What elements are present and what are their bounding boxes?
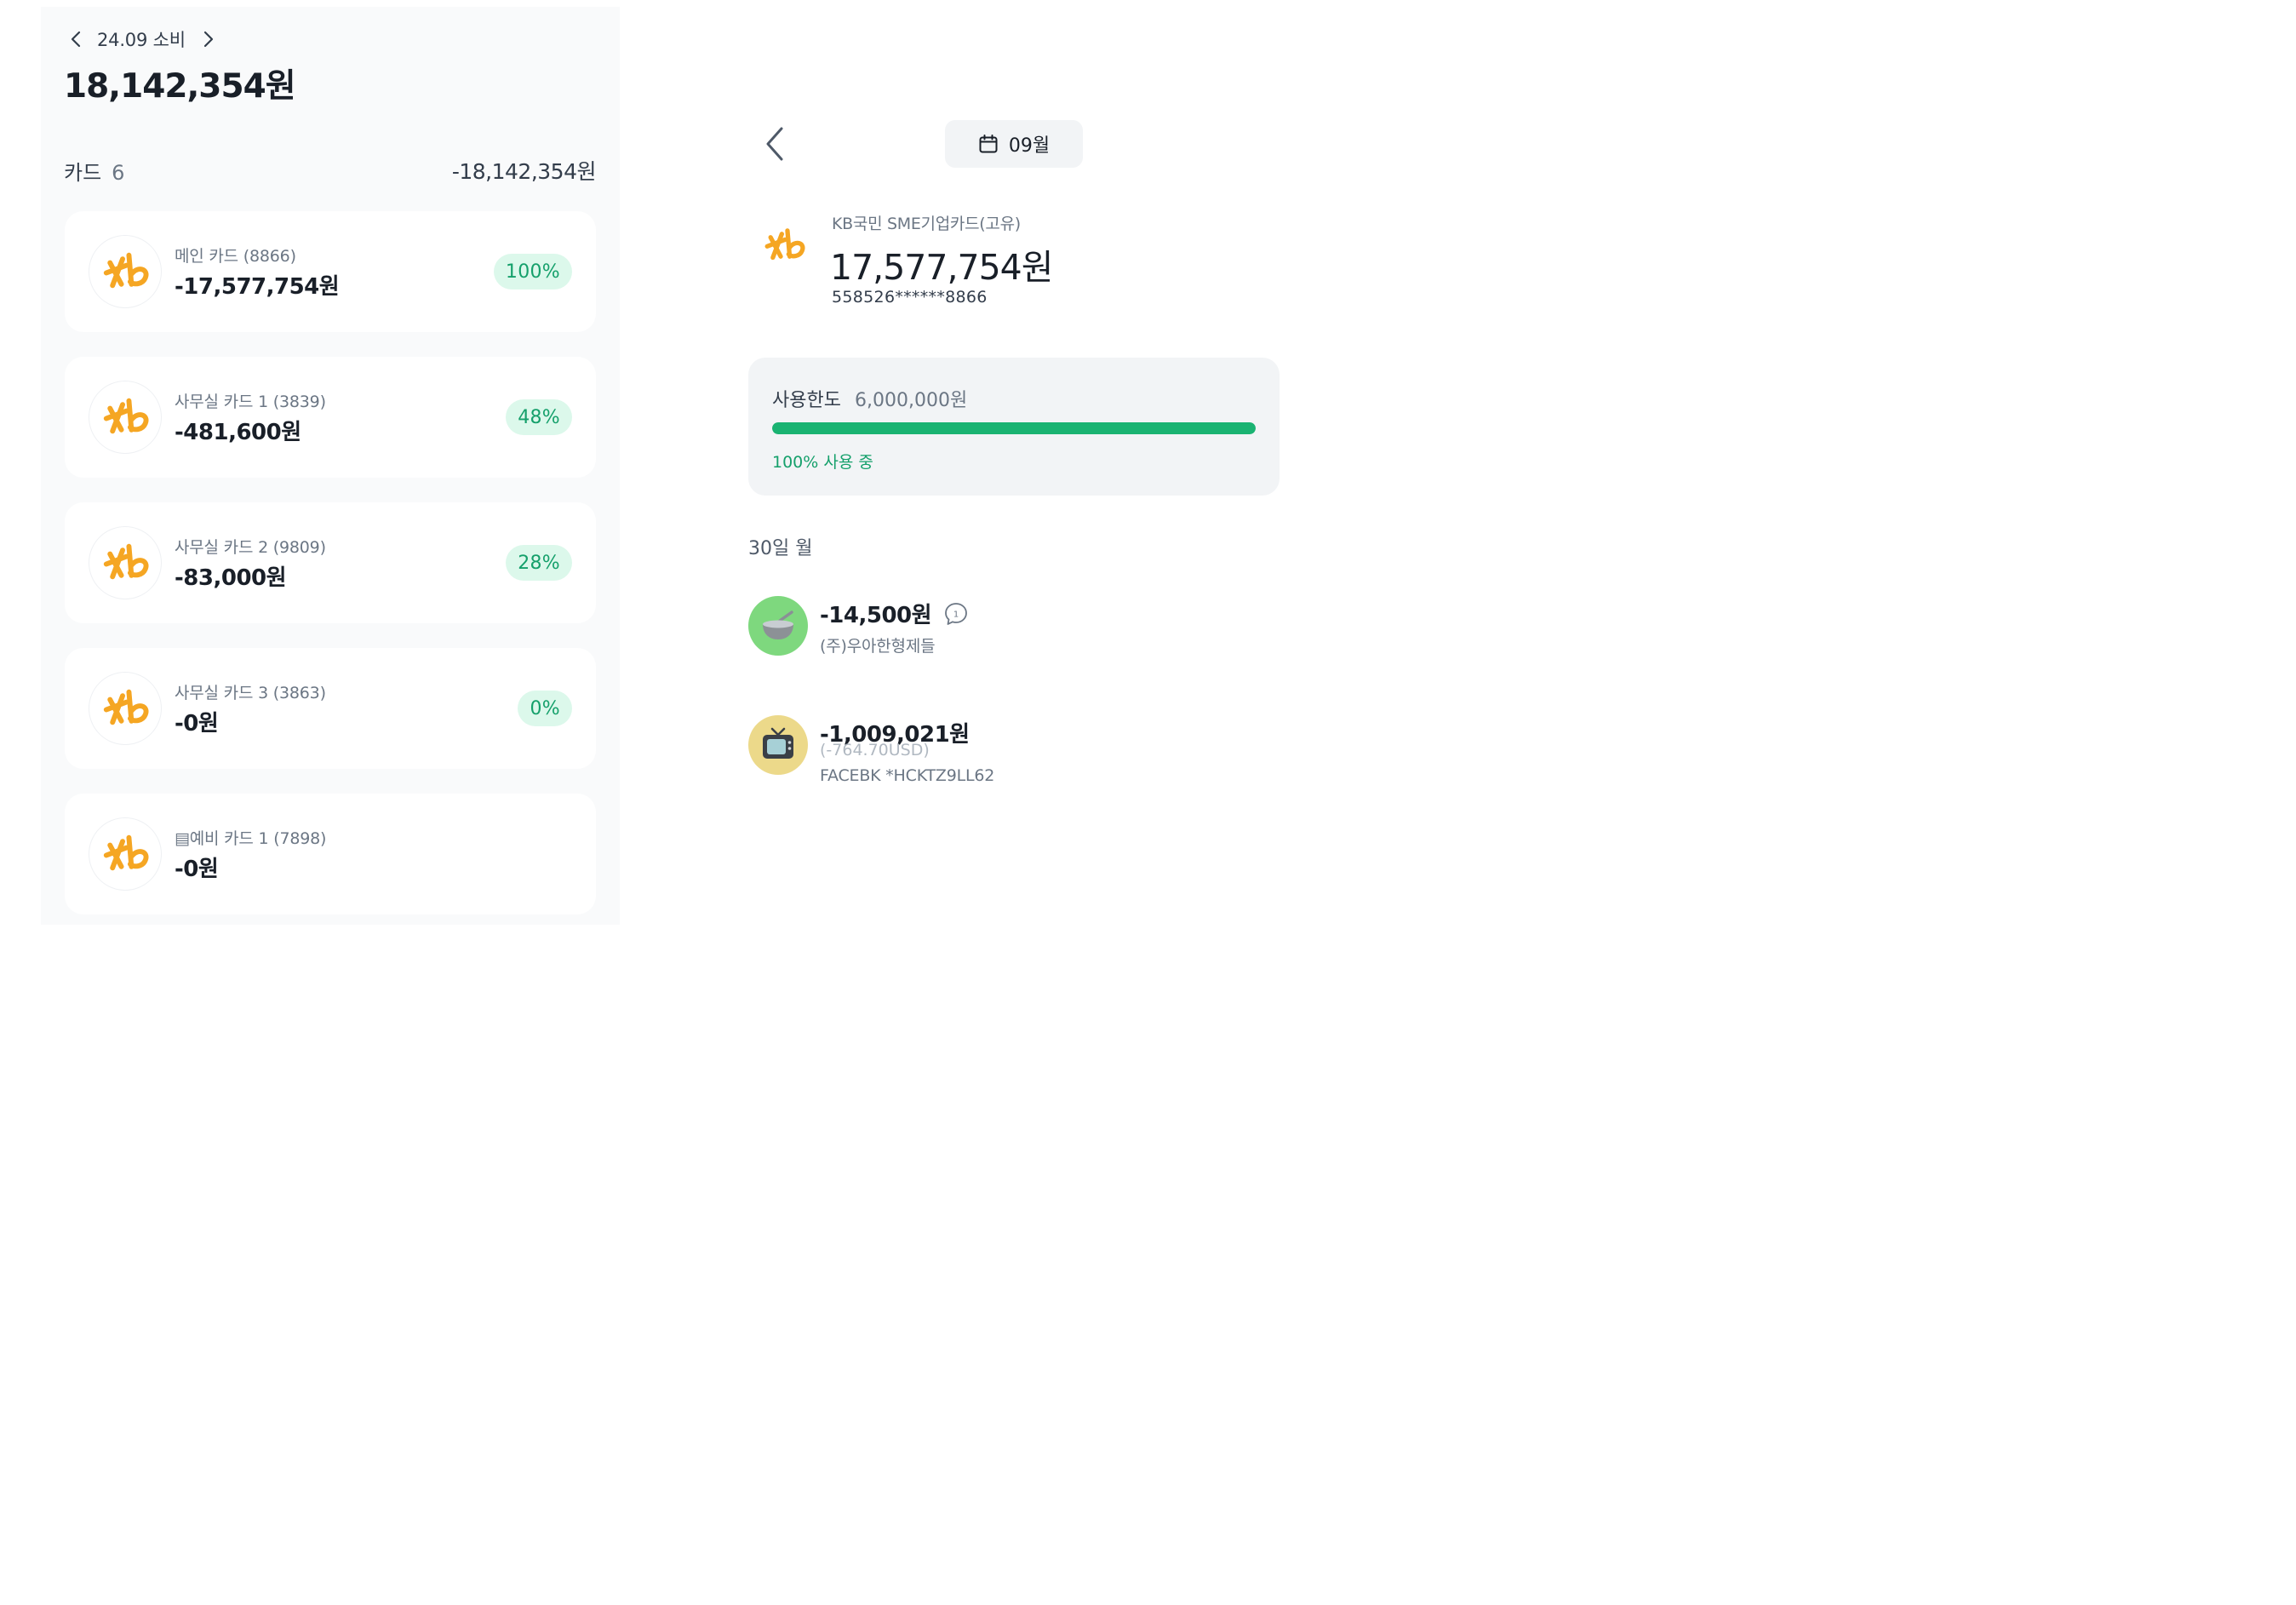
usage-progress-bar xyxy=(772,422,1256,434)
usage-percent-badge: 28% xyxy=(506,545,572,581)
tv-icon xyxy=(748,715,808,775)
chevron-left-icon[interactable] xyxy=(66,30,85,49)
kb-logo-icon xyxy=(89,526,162,599)
card-name: 메인 카드 (8866) xyxy=(175,247,296,266)
card-name: ▤예비 카드 1 (7898) xyxy=(175,829,327,848)
card-spending-amount: 17,577,754원 xyxy=(830,247,1053,288)
cards-label: 카드 xyxy=(64,160,102,185)
card-row-office-2[interactable]: 사무실 카드 2 (9809) -83,000원 28% xyxy=(65,502,596,623)
food-bowl-icon xyxy=(748,596,808,656)
card-amount: -481,600원 xyxy=(175,420,301,445)
transaction-merchant: (주)우아한형제들 xyxy=(820,637,936,656)
kb-logo-icon xyxy=(89,381,162,454)
transaction-amount: -14,500원 xyxy=(820,603,932,628)
chevron-left-icon xyxy=(766,127,783,161)
transaction-merchant: FACEBK *HCKTZ9LL62 xyxy=(820,766,995,785)
card-row-main[interactable]: 메인 카드 (8866) -17,577,754원 100% xyxy=(65,211,596,332)
limit-value: 6,000,000원 xyxy=(855,390,968,411)
month-picker-label: 09월 xyxy=(1008,135,1051,157)
cards-count: 6 xyxy=(112,160,125,185)
card-name: 사무실 카드 2 (9809) xyxy=(175,538,326,557)
chevron-right-icon[interactable] xyxy=(199,30,218,49)
kb-logo-icon xyxy=(89,672,162,745)
cards-total: -18,142,354원 xyxy=(451,159,597,184)
kb-logo-icon xyxy=(753,217,816,273)
card-row-office-3[interactable]: 사무실 카드 3 (3863) -0원 0% xyxy=(65,648,596,769)
total-spending-amount: 18,142,354원 xyxy=(64,67,296,106)
card-name: 사무실 카드 1 (3839) xyxy=(175,393,326,411)
card-amount: -83,000원 xyxy=(175,565,287,591)
credit-limit-box: 사용한도 6,000,000원 100% 사용 중 xyxy=(748,358,1280,496)
card-amount: -0원 xyxy=(175,857,219,882)
card-amount: -17,577,754원 xyxy=(175,274,340,300)
usage-percent-badge: 100% xyxy=(493,254,572,289)
card-amount: -0원 xyxy=(175,711,219,737)
month-navigator: 24.09 소비 xyxy=(66,26,218,53)
transaction-row[interactable]: -1,009,021원 (-764.70USD) FACEBK *HCKTZ9L… xyxy=(748,715,1259,797)
limit-label: 사용한도 xyxy=(772,390,841,411)
back-button[interactable] xyxy=(760,124,789,163)
calendar-icon xyxy=(979,135,998,153)
usage-percent-badge: 48% xyxy=(506,399,572,435)
day-header: 30일 월 xyxy=(748,538,813,559)
cards-section-header: 카드 6 -18,142,354원 xyxy=(64,155,597,186)
card-list: 메인 카드 (8866) -17,577,754원 100% 사무실 카드 1 … xyxy=(65,211,596,925)
usage-progress-fill xyxy=(772,422,1256,434)
month-picker-button[interactable]: 09월 xyxy=(945,120,1083,168)
usage-percent-badge: 0% xyxy=(518,691,572,726)
memo-count: 1 xyxy=(953,610,959,619)
kb-logo-icon xyxy=(89,817,162,891)
spending-summary-panel: 24.09 소비 18,142,354원 카드 6 -18,142,354원 메인… xyxy=(41,7,620,925)
transaction-row[interactable]: -14,500원 1 (주)우아한형제들 xyxy=(748,596,1259,657)
card-row-office-1[interactable]: 사무실 카드 1 (3839) -481,600원 48% xyxy=(65,357,596,478)
usage-text: 100% 사용 중 xyxy=(772,453,873,472)
comment-icon[interactable]: 1 xyxy=(943,601,969,627)
kb-logo-icon xyxy=(89,235,162,308)
card-fullname: KB국민 SME기업카드(고유) xyxy=(832,215,1021,233)
foreign-amount: (-764.70USD) xyxy=(820,741,930,760)
card-row-spare-1[interactable]: ▤예비 카드 1 (7898) -0원 xyxy=(65,794,596,914)
card-name: 사무실 카드 3 (3863) xyxy=(175,684,326,702)
month-label: 24.09 소비 xyxy=(97,30,186,50)
card-number: 558526******8866 xyxy=(832,288,988,307)
